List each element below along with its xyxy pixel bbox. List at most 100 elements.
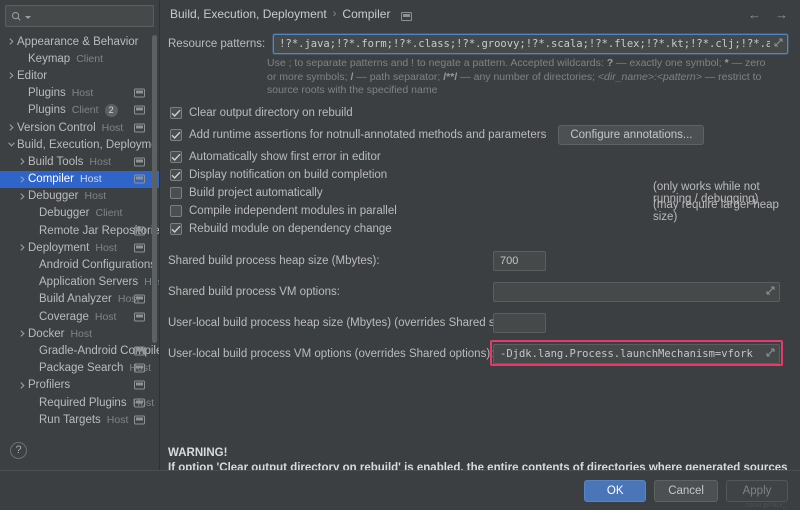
checkbox-row: Compile independent modules in parallel (… xyxy=(168,199,788,223)
remote-host-icon xyxy=(134,346,145,356)
sidebar-item-label: Android Configurations xyxy=(39,259,156,272)
warning-title: WARNING! xyxy=(168,447,228,459)
sidebar-item-docker[interactable]: Docker Host xyxy=(0,325,159,342)
sidebar-item-appearance-behavior[interactable]: Appearance & Behavior xyxy=(0,33,159,50)
remote-host-icon xyxy=(134,363,145,373)
expand-icon[interactable] xyxy=(766,286,775,298)
chevron-right-icon[interactable] xyxy=(17,192,28,200)
field-input-2[interactable] xyxy=(493,312,546,333)
sidebar-item-profilers[interactable]: Profilers xyxy=(0,377,159,394)
sidebar-item-label: Package Search xyxy=(39,362,124,375)
chevron-right-icon[interactable] xyxy=(6,72,17,80)
field-input-0[interactable]: 700 xyxy=(493,250,546,271)
field-value: 700 xyxy=(500,254,519,267)
resource-patterns-hint: Use ; to separate patterns and ! to nega… xyxy=(267,57,767,98)
search-box[interactable] xyxy=(5,5,154,27)
nav-arrows: ← → xyxy=(748,8,788,21)
sidebar-item-label: Build, Execution, Deployme xyxy=(17,138,158,151)
sidebar-item-build-analyzer[interactable]: Build Analyzer Host xyxy=(0,291,159,308)
checkbox-clear-output-directory-on-rebuild[interactable] xyxy=(170,107,182,119)
remote-host-icon xyxy=(134,294,145,304)
apply-button[interactable]: Apply xyxy=(726,479,788,502)
sidebar-item-scope: Host xyxy=(89,155,111,168)
chevron-right-icon[interactable] xyxy=(6,38,17,45)
sidebar-item-android-configurations[interactable]: Android ConfigurationsH xyxy=(0,256,159,273)
checkbox-add-runtime-assertions-for-notnull-annotated-methods-and-parameters[interactable] xyxy=(170,129,182,141)
sidebar-item-label: Application Servers xyxy=(39,276,139,289)
chevron-down-icon[interactable] xyxy=(6,142,17,147)
breadcrumb-current: Compiler xyxy=(342,7,391,21)
dialog-body: Appearance & Behavior Keymap Client Editor P… xyxy=(0,0,800,470)
remote-host-icon xyxy=(134,398,145,408)
field-label: User-local build process heap size (Mbyt… xyxy=(168,316,517,329)
watermark: OSON @ITALY_ xyxy=(745,503,786,509)
checkbox-display-notification-on-build-completion[interactable] xyxy=(170,169,182,181)
chevron-right-icon[interactable] xyxy=(17,330,28,338)
search-dropdown-caret[interactable] xyxy=(25,7,31,25)
sidebar-item-deployment[interactable]: Deployment Host xyxy=(0,239,159,256)
sidebar-scrollbar[interactable] xyxy=(152,35,157,343)
sidebar-item-gradle-android-compiler[interactable]: Gradle-Android Compiler xyxy=(0,342,159,359)
checkbox-rebuild-module-on-dependency-change[interactable] xyxy=(170,223,182,235)
sidebar-item-compiler[interactable]: Compiler Host xyxy=(0,170,159,188)
settings-sidebar: Appearance & Behavior Keymap Client Editor P… xyxy=(0,0,160,470)
checkbox-automatically-show-first-error-in-editor[interactable] xyxy=(170,151,182,163)
configure-annotations-button[interactable]: Configure annotations... xyxy=(558,125,705,145)
resource-patterns-label: Resource patterns: xyxy=(168,38,266,50)
sidebar-item-label: Coverage xyxy=(39,310,89,323)
checkbox-compile-independent-modules-in-parallel[interactable] xyxy=(170,205,182,217)
sidebar-item-label: Editor xyxy=(17,69,48,82)
checkbox-row: Automatically show first error in editor xyxy=(168,149,788,166)
sidebar-item-package-search[interactable]: Package SearchHost xyxy=(0,360,159,377)
cancel-button[interactable]: Cancel xyxy=(654,479,718,502)
field-input-3[interactable]: -Djdk.lang.Process.launchMechanism=vfork xyxy=(493,343,780,364)
sidebar-item-plugins[interactable]: Plugins Client 2 xyxy=(0,102,159,119)
field-row: Shared build process heap size (Mbytes):… xyxy=(168,250,788,272)
forward-arrow-icon[interactable]: → xyxy=(775,8,788,21)
sidebar-item-required-plugins[interactable]: Required Plugins Host xyxy=(0,394,159,411)
sidebar-item-run-targets[interactable]: Run Targets Host xyxy=(0,411,159,428)
checkbox-label: Clear output directory on rebuild xyxy=(189,107,353,119)
breadcrumb-root[interactable]: Build, Execution, Deployment xyxy=(170,7,327,21)
sidebar-item-scope: Host xyxy=(101,121,124,134)
checkbox-row: Rebuild module on dependency change xyxy=(168,221,788,238)
chevron-right-icon[interactable] xyxy=(17,175,28,183)
expand-icon[interactable] xyxy=(766,348,775,360)
checkbox-label: Compile independent modules in parallel xyxy=(189,205,397,217)
field-label: Shared build process VM options: xyxy=(168,285,340,298)
sidebar-item-editor[interactable]: Editor xyxy=(0,67,159,84)
sidebar-item-coverage[interactable]: Coverage Host xyxy=(0,308,159,325)
sidebar-item-keymap[interactable]: Keymap Client xyxy=(0,50,159,67)
sidebar-item-application-servers[interactable]: Application ServersHost xyxy=(0,274,159,291)
field-input-1[interactable] xyxy=(493,281,780,302)
search-input[interactable] xyxy=(34,10,148,22)
chevron-right-icon[interactable] xyxy=(17,382,28,389)
sidebar-item-label: Plugins xyxy=(28,104,66,117)
checkbox-build-project-automatically[interactable] xyxy=(170,187,182,199)
expand-icon[interactable] xyxy=(774,38,783,50)
field-row: Shared build process VM options: xyxy=(168,281,788,303)
sidebar-item-remote-jar-repositories[interactable]: Remote Jar Repositories xyxy=(0,222,159,239)
chevron-right-icon[interactable] xyxy=(17,158,28,166)
sidebar-search-wrap xyxy=(0,0,159,31)
remote-host-icon xyxy=(134,243,145,253)
sidebar-item-plugins[interactable]: Plugins Host xyxy=(0,85,159,102)
resource-patterns-input[interactable]: !?*.java;!?*.form;!?*.class;!?*.groovy;!… xyxy=(273,34,788,54)
ok-button[interactable]: OK xyxy=(584,479,647,502)
sidebar-item-version-control[interactable]: Version Control Host xyxy=(0,119,159,136)
sidebar-item-debugger[interactable]: Debugger Host xyxy=(0,188,159,205)
settings-tree[interactable]: Appearance & Behavior Keymap Client Editor P… xyxy=(0,31,159,430)
checkbox-label: Rebuild module on dependency change xyxy=(189,223,392,235)
checkbox-label: Add runtime assertions for notnull-annot… xyxy=(189,129,547,141)
field-label: User-local build process VM options (ove… xyxy=(168,347,494,360)
back-arrow-icon[interactable]: ← xyxy=(748,8,761,21)
chevron-right-icon[interactable] xyxy=(17,244,28,252)
sidebar-item-label: Compiler xyxy=(28,173,75,186)
warning-block: WARNING! If option 'Clear output directo… xyxy=(168,446,788,470)
sidebar-item-debugger[interactable]: Debugger Client xyxy=(0,205,159,222)
sidebar-item-build-tools[interactable]: Build Tools Host xyxy=(0,153,159,170)
chevron-right-icon[interactable] xyxy=(6,124,17,131)
sidebar-item-label: Keymap xyxy=(28,52,71,65)
help-button[interactable]: ? xyxy=(10,441,27,459)
sidebar-item-build-execution-deployme[interactable]: Build, Execution, Deployme xyxy=(0,136,159,153)
